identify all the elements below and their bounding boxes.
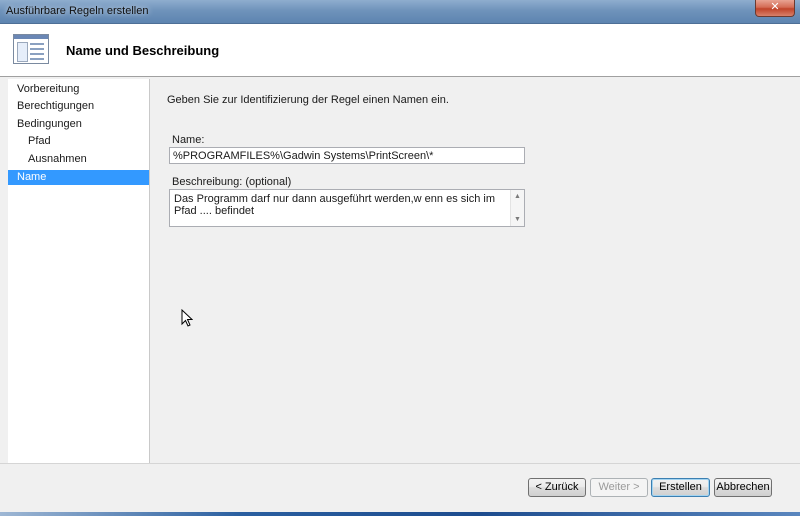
- intro-text: Geben Sie zur Identifizierung der Regel …: [167, 94, 449, 106]
- step-label: Ausnahmen: [28, 153, 87, 165]
- description-textarea[interactable]: Das Programm darf nur dann ausgeführt we…: [169, 189, 525, 227]
- close-icon: ✕: [770, 1, 780, 13]
- footer-divider: [0, 463, 800, 464]
- name-input[interactable]: %PROGRAMFILES%\Gadwin Systems\PrintScree…: [169, 147, 525, 164]
- mouse-cursor-icon: [181, 309, 193, 327]
- scroll-up-icon[interactable]: ▲: [513, 192, 522, 201]
- scroll-down-icon[interactable]: ▼: [513, 215, 522, 224]
- window-title: Ausführbare Regeln erstellen: [6, 5, 149, 17]
- wizard-content: Geben Sie zur Identifizierung der Regel …: [150, 79, 800, 464]
- taskbar: [0, 512, 800, 516]
- step-vorbereitung[interactable]: Vorbereitung: [8, 82, 149, 97]
- wizard-window: Ausführbare Regeln erstellen ✕ Name und …: [0, 0, 800, 512]
- step-pfad[interactable]: Pfad: [8, 134, 149, 149]
- wizard-header: Name und Beschreibung: [0, 24, 800, 77]
- title-bar[interactable]: Ausführbare Regeln erstellen ✕: [0, 0, 800, 24]
- back-button[interactable]: < Zurück: [528, 478, 586, 497]
- description-label: Beschreibung: (optional): [172, 176, 292, 188]
- next-button[interactable]: Weiter >: [590, 478, 648, 497]
- step-bedingungen[interactable]: Bedingungen: [8, 117, 149, 132]
- cancel-button[interactable]: Abbrechen: [714, 478, 772, 497]
- name-label: Name:: [172, 134, 205, 146]
- wizard-page-icon: [13, 34, 49, 64]
- description-scrollbar[interactable]: ▲ ▼: [510, 190, 524, 226]
- create-button[interactable]: Erstellen: [651, 478, 710, 497]
- step-label: Bedingungen: [17, 118, 82, 130]
- description-text: Das Programm darf nur dann ausgeführt we…: [174, 193, 495, 217]
- page-title: Name und Beschreibung: [66, 43, 220, 58]
- step-label: Pfad: [28, 135, 51, 147]
- step-name[interactable]: Name: [8, 170, 149, 185]
- step-label: Vorbereitung: [17, 83, 80, 95]
- step-berechtigungen[interactable]: Berechtigungen: [8, 99, 149, 114]
- step-label: Berechtigungen: [17, 100, 95, 112]
- step-ausnahmen[interactable]: Ausnahmen: [8, 152, 149, 167]
- close-button[interactable]: ✕: [755, 0, 795, 17]
- wizard-step-list: Vorbereitung Berechtigungen Bedingungen …: [8, 79, 150, 464]
- step-label: Name: [17, 171, 47, 183]
